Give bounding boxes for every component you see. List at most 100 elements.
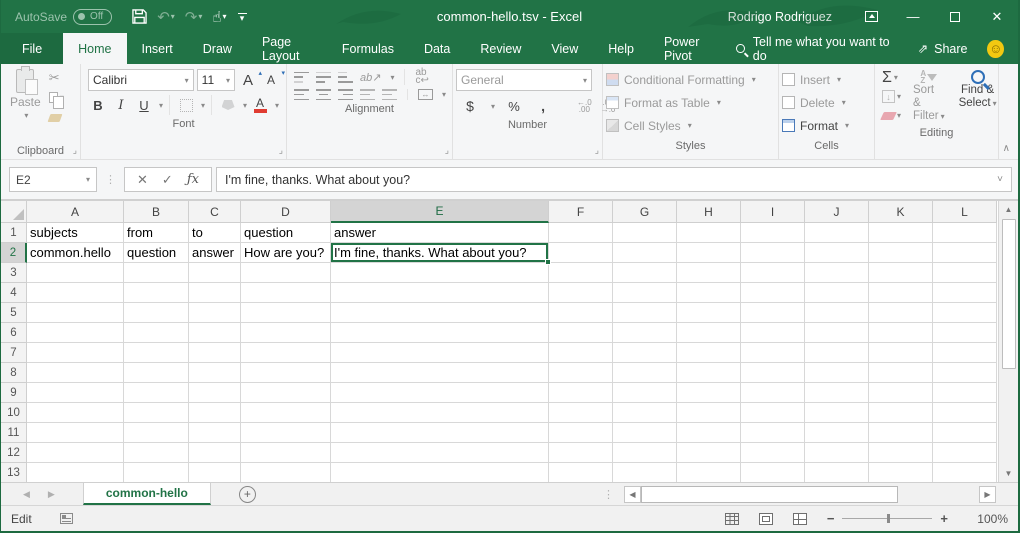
conditional-formatting-button[interactable]: Conditional Formatting▾ (606, 68, 775, 91)
cell-G5[interactable] (613, 303, 677, 323)
increase-font-size-button[interactable]: A (238, 70, 258, 90)
page-break-preview-button[interactable] (793, 513, 807, 525)
cell-D8[interactable] (241, 363, 331, 383)
tab-formulas[interactable]: Formulas (327, 33, 409, 64)
cell-B12[interactable] (124, 443, 189, 463)
cell-C8[interactable] (189, 363, 241, 383)
number-format-select[interactable]: General▾ (456, 69, 592, 91)
underline-dropdown-icon[interactable]: ▾ (159, 101, 163, 110)
paste-dropdown-icon[interactable]: ▾ (24, 111, 28, 120)
cancel-entry-button[interactable]: ✕ (137, 172, 148, 188)
scroll-up-icon[interactable]: ▲ (999, 201, 1018, 218)
zoom-slider[interactable] (842, 518, 932, 519)
cell-G9[interactable] (613, 383, 677, 403)
cell-L2[interactable] (933, 243, 997, 263)
wrap-text-button[interactable]: abc↩ (415, 69, 428, 85)
formula-input[interactable]: I'm fine, thanks. What about you? ˅ (216, 167, 1012, 192)
autosum-dropdown-icon[interactable]: ▾ (894, 73, 898, 82)
cell-G4[interactable] (613, 283, 677, 303)
cell-K4[interactable] (869, 283, 933, 303)
maximize-button[interactable] (934, 0, 976, 33)
cell-H3[interactable] (677, 263, 741, 283)
confirm-entry-button[interactable]: ✓ (162, 172, 173, 188)
cell-L4[interactable] (933, 283, 997, 303)
cell-A9[interactable] (27, 383, 124, 403)
cell-D3[interactable] (241, 263, 331, 283)
format-cells-button[interactable]: Format▾ (782, 114, 871, 137)
cell-C11[interactable] (189, 423, 241, 443)
cell-F10[interactable] (549, 403, 613, 423)
orientation-dropdown-icon[interactable]: ▾ (390, 73, 394, 82)
row-header-8[interactable]: 8 (1, 363, 27, 383)
cell-C12[interactable] (189, 443, 241, 463)
cell-I11[interactable] (741, 423, 805, 443)
cut-button[interactable]: ✂ (47, 69, 66, 86)
minimize-button[interactable]: — (892, 0, 934, 33)
row-header-9[interactable]: 9 (1, 383, 27, 403)
column-header-F[interactable]: F (549, 201, 613, 223)
cell-H1[interactable] (677, 223, 741, 243)
column-header-J[interactable]: J (805, 201, 869, 223)
cell-H7[interactable] (677, 343, 741, 363)
cell-D11[interactable] (241, 423, 331, 443)
cell-B7[interactable] (124, 343, 189, 363)
cell-G11[interactable] (613, 423, 677, 443)
cell-I4[interactable] (741, 283, 805, 303)
row-header-12[interactable]: 12 (1, 443, 27, 463)
cell-J13[interactable] (805, 463, 869, 482)
cell-J3[interactable] (805, 263, 869, 283)
tab-bar-divider[interactable]: ⋮ (603, 488, 614, 501)
copy-button[interactable]: ▾ (47, 89, 66, 106)
cell-J6[interactable] (805, 323, 869, 343)
cell-B6[interactable] (124, 323, 189, 343)
cell-B11[interactable] (124, 423, 189, 443)
tab-insert[interactable]: Insert (127, 33, 188, 64)
accounting-format-button[interactable]: $ (460, 96, 480, 116)
tab-review[interactable]: Review (465, 33, 536, 64)
column-header-E[interactable]: E (331, 201, 549, 223)
tab-file[interactable]: File (1, 33, 63, 64)
cell-E12[interactable] (331, 443, 549, 463)
cell-J2[interactable] (805, 243, 869, 263)
feedback-smiley-icon[interactable]: ☺ (987, 40, 1004, 58)
cell-L1[interactable] (933, 223, 997, 243)
cell-K3[interactable] (869, 263, 933, 283)
insert-function-button[interactable]: ƒx (187, 172, 199, 187)
row-header-13[interactable]: 13 (1, 463, 27, 482)
close-button[interactable]: ✕ (976, 0, 1018, 33)
touch-mode-dropdown-icon[interactable]: ▾ (223, 12, 227, 21)
column-header-H[interactable]: H (677, 201, 741, 223)
cell-K12[interactable] (869, 443, 933, 463)
cell-A2[interactable]: common.hello (27, 243, 124, 263)
zoom-in-button[interactable]: + (940, 511, 948, 526)
cell-I6[interactable] (741, 323, 805, 343)
cell-I3[interactable] (741, 263, 805, 283)
cell-A7[interactable] (27, 343, 124, 363)
cell-D12[interactable] (241, 443, 331, 463)
merge-center-button[interactable]: ↔ (418, 89, 433, 100)
cell-K9[interactable] (869, 383, 933, 403)
row-header-5[interactable]: 5 (1, 303, 27, 323)
cell-G2[interactable] (613, 243, 677, 263)
font-size-select[interactable]: 11▾ (197, 69, 235, 91)
zoom-level[interactable]: 100% (968, 512, 1008, 526)
row-header-11[interactable]: 11 (1, 423, 27, 443)
cell-F3[interactable] (549, 263, 613, 283)
cell-A8[interactable] (27, 363, 124, 383)
alignment-dialog-launcher-icon[interactable]: ⌟ (445, 145, 449, 156)
cell-B8[interactable] (124, 363, 189, 383)
autosum-button[interactable]: Σ▾ (880, 69, 903, 86)
cell-C7[interactable] (189, 343, 241, 363)
cell-H2[interactable] (677, 243, 741, 263)
share-button[interactable]: ⇗ Share (908, 41, 978, 56)
undo-dropdown-icon[interactable]: ▾ (171, 12, 175, 21)
cell-E11[interactable] (331, 423, 549, 443)
cell-L6[interactable] (933, 323, 997, 343)
cell-K13[interactable] (869, 463, 933, 482)
cell-B2[interactable]: question (124, 243, 189, 263)
cell-H8[interactable] (677, 363, 741, 383)
cell-D6[interactable] (241, 323, 331, 343)
cell-K7[interactable] (869, 343, 933, 363)
cell-D7[interactable] (241, 343, 331, 363)
number-dialog-launcher-icon[interactable]: ⌟ (595, 145, 599, 156)
